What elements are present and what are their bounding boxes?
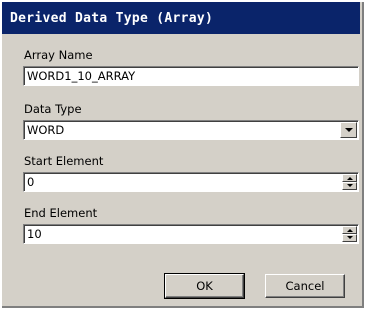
ok-button[interactable]: OK xyxy=(164,273,245,299)
dialog-title: Derived Data Type (Array) xyxy=(10,11,214,26)
cancel-button[interactable]: Cancel xyxy=(265,274,345,298)
end-element-value: 10 xyxy=(27,227,42,241)
array-name-label: Array Name xyxy=(24,48,93,62)
data-type-select[interactable]: WORD xyxy=(23,120,359,140)
data-type-value: WORD xyxy=(27,123,65,137)
dialog: Derived Data Type (Array) Array Name WOR… xyxy=(2,2,364,308)
end-element-field[interactable]: 10 xyxy=(23,224,359,244)
start-element-label: Start Element xyxy=(24,154,104,168)
start-element-value: 0 xyxy=(27,175,35,189)
title-bar[interactable]: Derived Data Type (Array) xyxy=(2,2,360,34)
start-element-spinner xyxy=(342,174,357,190)
spin-down-icon[interactable] xyxy=(342,182,357,190)
spin-up-icon[interactable] xyxy=(342,174,357,182)
end-element-label: End Element xyxy=(24,206,98,220)
array-name-field[interactable]: WORD1_10_ARRAY xyxy=(23,66,359,86)
end-element-spinner xyxy=(342,226,357,242)
spin-down-icon[interactable] xyxy=(342,234,357,242)
start-element-field[interactable]: 0 xyxy=(23,172,359,192)
spin-up-icon[interactable] xyxy=(342,226,357,234)
chevron-down-icon[interactable] xyxy=(340,122,357,138)
data-type-label: Data Type xyxy=(24,102,82,116)
array-name-value: WORD1_10_ARRAY xyxy=(27,69,136,83)
